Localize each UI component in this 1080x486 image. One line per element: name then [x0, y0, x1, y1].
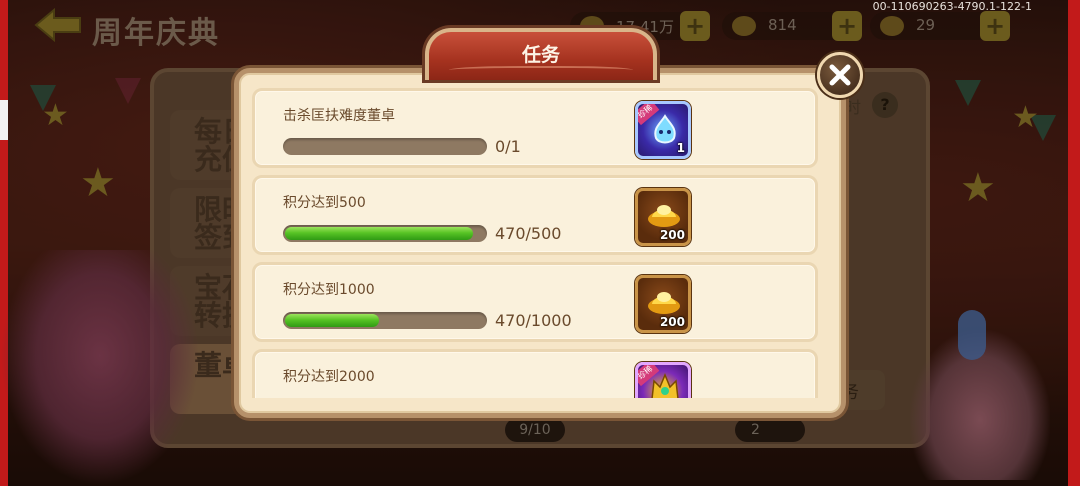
build-id-label: 00-110690263-4790.1-122-1 — [872, 0, 1032, 13]
page-indicator: 9/10 — [505, 418, 565, 442]
task-row: 积分达到500 470/500 200 — [252, 175, 818, 255]
resource-horn: 29 + — [870, 11, 1010, 41]
progress-bar — [283, 312, 487, 329]
ingot-icon — [732, 16, 756, 36]
horn-value: 29 — [916, 16, 936, 34]
add-ingot-button[interactable]: + — [832, 11, 862, 41]
task-title: 积分达到1000 — [283, 282, 375, 298]
spirit-orb-icon — [654, 114, 676, 144]
progress-text: 470/500 — [495, 224, 562, 243]
gold-ingot-icon — [648, 292, 680, 314]
bunting-flag — [955, 80, 981, 106]
ingot-value: 814 — [768, 16, 797, 34]
star-decoration-icon: ★ — [960, 165, 996, 211]
hero-helmet-icon — [651, 373, 679, 398]
bunting-flag — [115, 78, 141, 104]
reward-item[interactable]: 珍稀 — [635, 362, 691, 398]
close-button[interactable] — [817, 52, 863, 98]
resource-ingot: 814 + — [722, 11, 862, 41]
page-title: 周年庆典 — [92, 16, 220, 51]
progress-bar — [283, 138, 487, 155]
gold-ingot-icon — [648, 205, 680, 227]
task-title: 积分达到2000 — [283, 369, 375, 385]
star-decoration-icon: ★ — [80, 160, 116, 206]
task-title: 积分达到500 — [283, 195, 366, 211]
star-decoration-icon: ★ — [42, 98, 69, 133]
counter-indicator: 2 — [735, 418, 805, 442]
time-label: 时 — [845, 98, 862, 117]
number-candle-icon — [958, 310, 986, 360]
reward-item[interactable]: 200 — [635, 188, 691, 246]
progress-fill — [285, 314, 379, 327]
progress-text: 470/1000 — [495, 311, 572, 330]
dialog-title: 任务 — [521, 44, 560, 66]
character-portrait — [0, 250, 200, 486]
right-edge-strip — [1068, 0, 1080, 486]
back-arrow-icon[interactable] — [32, 8, 84, 42]
star-decoration-icon: ★ — [1012, 100, 1039, 135]
reward-count: 200 — [659, 228, 685, 242]
reward-item[interactable]: 珍稀 1 — [635, 101, 691, 159]
task-list[interactable]: 击杀匡扶难度董卓 0/1 珍稀 1 积分达到500 470/500 200 积分… — [252, 86, 822, 398]
progress-bar — [283, 225, 487, 242]
help-icon[interactable]: ? — [872, 92, 898, 118]
close-icon — [829, 64, 851, 86]
task-row: 积分达到1000 470/1000 200 — [252, 262, 818, 342]
reward-item[interactable]: 200 — [635, 275, 691, 333]
task-row: 击杀匡扶难度董卓 0/1 珍稀 1 — [252, 88, 818, 168]
progress-text: 0/1 — [495, 137, 521, 156]
task-row: 积分达到2000 珍稀 — [252, 349, 818, 398]
add-horn-button[interactable]: + — [980, 11, 1010, 41]
task-title: 击杀匡扶难度董卓 — [283, 108, 395, 124]
progress-fill — [285, 227, 473, 240]
reward-count: 1 — [676, 141, 685, 155]
horn-icon — [880, 16, 904, 36]
reward-count: 200 — [659, 315, 685, 329]
add-coin-button[interactable]: + — [680, 11, 710, 41]
